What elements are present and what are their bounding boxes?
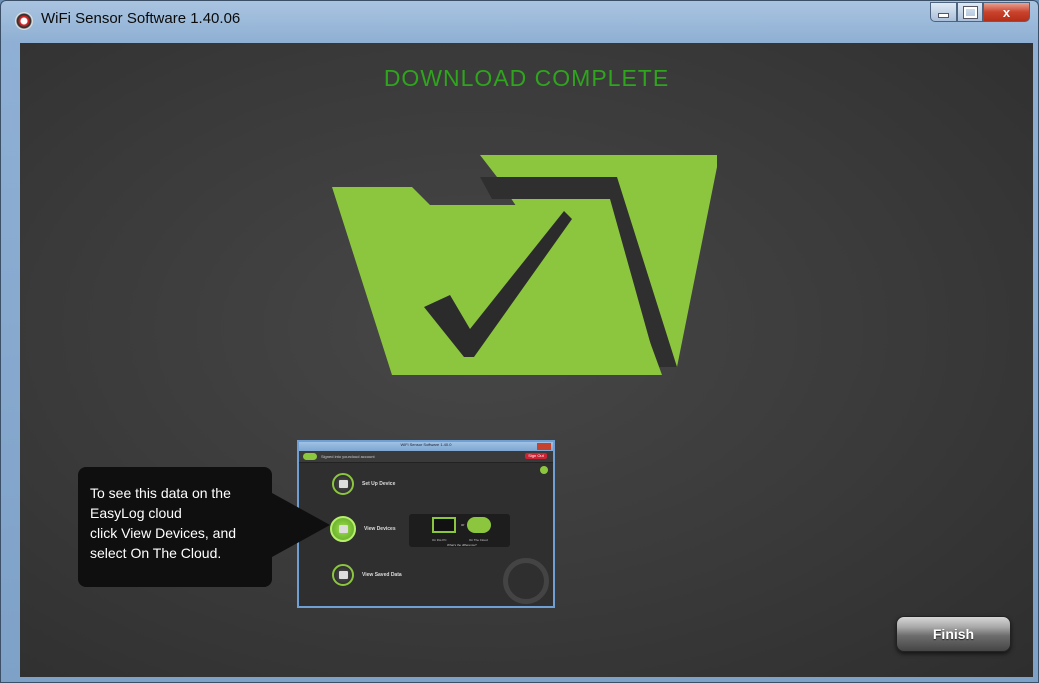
cloud-icon <box>467 517 491 533</box>
close-icon: x <box>1002 4 1011 20</box>
thumb-or-text: or <box>461 522 465 527</box>
download-complete-heading: DOWNLOAD COMPLETE <box>383 65 670 91</box>
instruction-callout: To see this data on the EasyLog cloud cl… <box>78 467 272 587</box>
thumb-item-label: View Saved Data <box>362 572 402 578</box>
title-bar[interactable]: WiFi Sensor Software 1.40.06 x <box>1 1 1038 41</box>
callout-text-line: click View Devices, and <box>90 525 237 541</box>
minimize-button[interactable] <box>930 2 957 22</box>
monitor-icon <box>432 517 456 533</box>
setup-icon <box>332 473 354 495</box>
callout-text-line: select On The Cloud. <box>90 545 222 561</box>
close-button[interactable]: x <box>983 2 1030 22</box>
thumb-location-choice: or On this PC On The Cloud What's the di… <box>409 514 510 547</box>
main-panel: DOWNLOAD COMPLETE WiFi Sensor Software 1… <box>20 43 1033 677</box>
thumb-signed-in-text: Signed into yourcloud account <box>321 454 375 459</box>
thumb-title: WiFi Sensor Software 1.40.0 <box>400 442 452 447</box>
info-icon <box>540 466 548 474</box>
callout-text-line: To see this data on the <box>90 485 231 501</box>
thumb-difference-link: What's the difference? <box>447 543 477 547</box>
minimize-icon <box>938 13 949 18</box>
thumb-on-pc-label: On this PC <box>432 538 447 542</box>
finish-button[interactable]: Finish <box>896 616 1011 652</box>
instruction-screenshot: WiFi Sensor Software 1.40.0 Signed into … <box>297 440 555 608</box>
cloud-icon <box>303 453 317 460</box>
thumb-title-bar: WiFi Sensor Software 1.40.0 <box>299 442 553 451</box>
app-logo-icon <box>15 12 33 30</box>
thumb-cloud-bar: Signed into yourcloud account Sign Out <box>299 451 553 463</box>
window-controls: x <box>930 2 1030 26</box>
window-title: WiFi Sensor Software 1.40.06 <box>41 10 241 27</box>
wifi-badge-icon <box>503 558 549 604</box>
callout-pointer <box>272 493 330 557</box>
thumb-on-cloud-label: On The Cloud <box>469 538 488 542</box>
folder-checkmark-icon <box>332 155 717 375</box>
thumb-item-label: View Devices <box>364 526 396 532</box>
callout-text-line: EasyLog cloud <box>90 505 182 521</box>
thumb-item-saved-data: View Saved Data <box>332 564 402 586</box>
thumb-item-setup: Set Up Device <box>332 473 395 495</box>
thumb-item-label: Set Up Device <box>362 481 396 487</box>
folder-icon <box>332 564 354 586</box>
maximize-button[interactable] <box>957 2 983 22</box>
maximize-icon <box>963 6 977 18</box>
app-window: WiFi Sensor Software 1.40.06 x DOWNLOAD … <box>0 0 1039 683</box>
devices-icon <box>330 516 356 542</box>
thumb-sign-out: Sign Out <box>525 453 547 459</box>
thumb-item-view-devices: View Devices <box>330 516 396 542</box>
thumb-close-icon <box>537 443 551 450</box>
